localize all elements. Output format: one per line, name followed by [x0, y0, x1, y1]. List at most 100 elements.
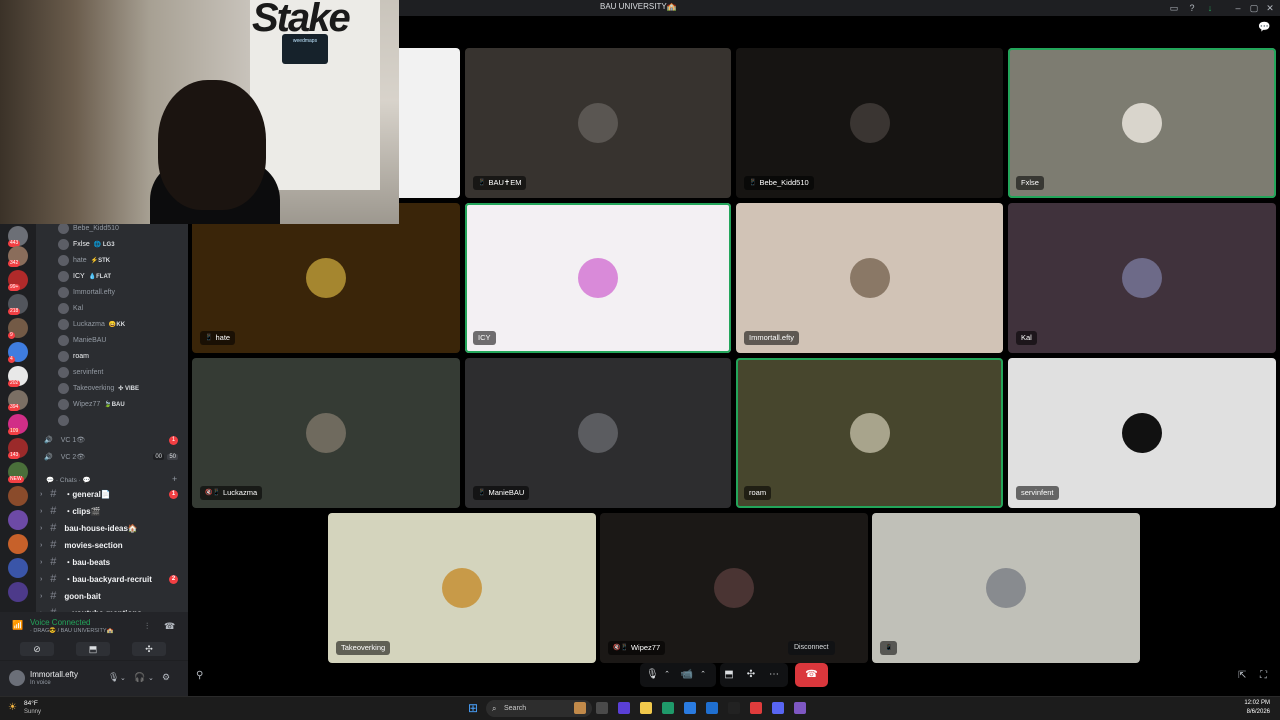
discord-icon[interactable]: [772, 702, 784, 714]
store-icon[interactable]: [684, 702, 696, 714]
screen-share-icon[interactable]: ⬒: [722, 663, 736, 687]
chevron-down-icon[interactable]: ⌄: [148, 674, 154, 682]
voice-member[interactable]: Luckazma 😄KK: [58, 317, 186, 331]
download-icon[interactable]: ↓: [1204, 2, 1216, 14]
chevron-up-icon[interactable]: ⌃: [698, 663, 708, 687]
server-icon[interactable]: [8, 510, 28, 530]
server-icon[interactable]: 99+: [8, 270, 28, 291]
sun-icon[interactable]: ☀: [8, 702, 17, 713]
screen-share-button[interactable]: ⬒: [76, 642, 110, 656]
voice-connected-subtitle[interactable]: · DRAG😎 / BAU UNIVERSITY🏫: [30, 628, 113, 634]
more-options-icon[interactable]: ⋯: [766, 663, 782, 687]
video-tile[interactable]: 📱 ManieBAU: [465, 358, 731, 508]
weather-description[interactable]: Sunny: [24, 709, 41, 715]
windows-start-icon[interactable]: ⊞: [468, 701, 478, 715]
voice-member[interactable]: [58, 413, 186, 427]
app-icon[interactable]: [750, 702, 762, 714]
clock-date[interactable]: 8/6/2026: [1234, 709, 1270, 715]
video-tile[interactable]: 📱 Bebe_Kidd510: [736, 48, 1003, 198]
clock-time[interactable]: 12:02 PM: [1234, 700, 1270, 706]
disconnect-button[interactable]: ☎: [795, 663, 828, 687]
activities-button[interactable]: ✣: [132, 642, 166, 656]
maximize-icon[interactable]: ▢: [1248, 2, 1260, 14]
server-icon[interactable]: 443: [8, 226, 28, 247]
video-tile[interactable]: 📱 BAU✝EM: [465, 48, 731, 198]
calculator-icon[interactable]: [794, 702, 806, 714]
avatar[interactable]: [9, 670, 25, 686]
video-tile[interactable]: Takeoverking: [328, 513, 596, 663]
headphones-icon[interactable]: 🎧: [134, 672, 145, 683]
voice-member[interactable]: Fxlse 🌐 LG3: [58, 237, 186, 251]
voice-member[interactable]: hate ⚡STK: [58, 253, 186, 267]
minimize-icon[interactable]: –: [1232, 2, 1244, 14]
text-channel[interactable]: › # ・general📄 1: [40, 486, 184, 502]
voice-member[interactable]: ManieBAU: [58, 333, 186, 347]
outlook-icon[interactable]: [706, 702, 718, 714]
server-icon[interactable]: 342: [8, 246, 28, 267]
category-chats[interactable]: 💬 · Chats · 💬: [46, 476, 91, 484]
server-icon[interactable]: [8, 486, 28, 506]
camera-off-button[interactable]: ⊘: [20, 642, 54, 656]
edge-icon[interactable]: [662, 702, 674, 714]
add-channel-icon[interactable]: +: [172, 474, 177, 484]
text-channel[interactable]: › # ・bau-backyard-recruit 2: [40, 571, 184, 587]
server-icon[interactable]: 109: [8, 414, 28, 435]
video-tile[interactable]: 📱: [872, 513, 1140, 663]
noise-suppression-icon[interactable]: ⫶: [146, 621, 148, 632]
chevron-down-icon[interactable]: ⌄: [120, 674, 126, 682]
file-explorer-icon[interactable]: [596, 702, 608, 714]
voice-member[interactable]: Immortall.efty: [58, 285, 186, 299]
voice-member[interactable]: roam: [58, 349, 186, 363]
server-icon[interactable]: 143: [8, 438, 28, 459]
signal-icon[interactable]: 📶: [12, 620, 23, 631]
video-tile[interactable]: servinfent: [1008, 358, 1276, 508]
server-icon[interactable]: 394: [8, 390, 28, 411]
text-channel[interactable]: › # bau-house-ideas🏠: [40, 520, 184, 536]
close-icon[interactable]: ✕: [1264, 2, 1276, 14]
video-tile[interactable]: Fxlse: [1008, 48, 1276, 198]
video-tile[interactable]: 📱 hate: [192, 203, 460, 353]
popout-icon[interactable]: ⇱: [1238, 670, 1246, 681]
activities-icon[interactable]: ✣: [744, 663, 758, 687]
microphone-button[interactable]: 🎙: [646, 663, 659, 687]
activity-icon[interactable]: ⚲: [196, 670, 203, 681]
voice-member[interactable]: Wipez77 🍃BAU: [58, 397, 186, 411]
camera-button[interactable]: 📹: [680, 663, 694, 687]
voice-member[interactable]: ICY 💧FLAT: [58, 269, 186, 283]
video-tile[interactable]: ICY: [465, 203, 731, 353]
text-channel[interactable]: › # movies-section: [40, 537, 184, 553]
server-icon[interactable]: 202: [8, 366, 28, 387]
server-icon[interactable]: NEW: [8, 462, 28, 483]
text-channel[interactable]: ›#・youtube-mentions: [40, 605, 184, 612]
desert-widget-icon[interactable]: [574, 702, 586, 714]
server-icon[interactable]: [8, 558, 28, 578]
fullscreen-icon[interactable]: ⛶: [1260, 670, 1267, 681]
voice-channel[interactable]: 🔊 VC 1👁 1: [44, 433, 184, 447]
microphone-icon[interactable]: 🎙: [108, 672, 119, 683]
weather-temperature[interactable]: 84°F: [24, 700, 38, 707]
video-tile[interactable]: Immortall.efty: [736, 203, 1003, 353]
settings-gear-icon[interactable]: ⚙: [162, 672, 170, 683]
voice-member[interactable]: Kal: [58, 301, 186, 315]
help-icon[interactable]: ?: [1186, 2, 1198, 14]
server-icon[interactable]: [8, 582, 28, 602]
server-icon[interactable]: 218: [8, 294, 28, 315]
voice-channel[interactable]: 🔊 VC 2👁 00 50: [44, 450, 184, 464]
folder-icon[interactable]: [640, 702, 652, 714]
text-channel[interactable]: › # goon-bait: [40, 588, 184, 604]
voice-member[interactable]: servinfent: [58, 365, 186, 379]
voice-member[interactable]: Takeoverking ✣ VIBE: [58, 381, 186, 395]
video-tile[interactable]: roam: [736, 358, 1003, 508]
server-icon[interactable]: 9: [8, 318, 28, 339]
leave-call-icon[interactable]: ☎: [164, 621, 175, 632]
text-channel[interactable]: › # ・bau-beats: [40, 554, 184, 570]
chat-bubble-icon[interactable]: 💬: [1258, 22, 1270, 33]
video-tile[interactable]: Kal: [1008, 203, 1276, 353]
server-icon[interactable]: [8, 534, 28, 554]
inbox-icon[interactable]: ▭: [1168, 2, 1180, 14]
chrome-icon[interactable]: [728, 702, 740, 714]
chevron-up-icon[interactable]: ⌃: [662, 663, 672, 687]
copilot-icon[interactable]: [618, 702, 630, 714]
server-icon[interactable]: 4: [8, 342, 28, 363]
text-channel[interactable]: › # ・clips🎬: [40, 503, 184, 519]
